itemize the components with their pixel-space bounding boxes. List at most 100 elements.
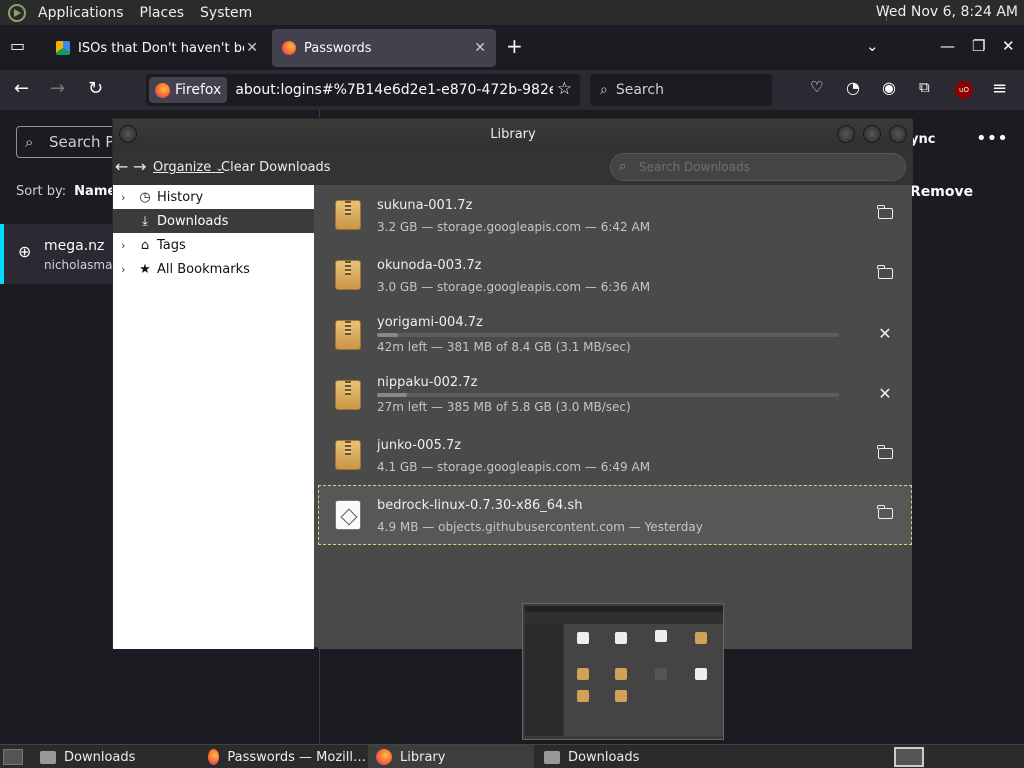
download-item[interactable]: nippaku-002.7z 27m left — 385 MB of 5.8 … — [318, 365, 912, 425]
expand-arrow-icon[interactable]: › — [121, 191, 133, 204]
download-progress-bar — [377, 393, 839, 397]
window-thumbnail-preview[interactable] — [522, 603, 724, 740]
open-folder-button[interactable] — [874, 443, 896, 465]
forward-icon[interactable]: → — [133, 157, 146, 176]
download-icon: ⤓ — [142, 213, 148, 229]
archive-file-icon — [335, 200, 361, 230]
search-icon: ⌕ — [600, 82, 608, 98]
panel-clock[interactable]: Wed Nov 6, 8:24 AM — [876, 4, 1018, 20]
cancel-download-button[interactable]: ✕ — [874, 323, 896, 345]
new-tab-button[interactable]: + — [506, 34, 523, 58]
top-panel: Applications Places System Wed Nov 6, 8:… — [0, 0, 1024, 25]
distro-logo-icon[interactable] — [8, 3, 26, 22]
download-meta: 3.2 GB — storage.googleapis.com — 6:42 A… — [377, 220, 651, 234]
tab-passwords[interactable]: Passwords ✕ — [272, 29, 496, 67]
cancel-download-button[interactable]: ✕ — [874, 383, 896, 405]
close-window-button[interactable] — [889, 125, 907, 143]
menu-system[interactable]: System — [196, 5, 256, 21]
open-folder-button[interactable] — [874, 263, 896, 285]
search-bar[interactable]: ⌕ Search — [590, 74, 772, 106]
organize-button[interactable]: Organize ⌄ — [153, 160, 224, 175]
download-item[interactable]: okunoda-003.7z 3.0 GB — storage.googleap… — [318, 245, 912, 305]
close-window-icon[interactable]: ✕ — [1002, 37, 1015, 55]
menu-places[interactable]: Places — [136, 5, 189, 21]
archive-file-icon — [335, 320, 361, 350]
download-item[interactable]: junko-005.7z 4.1 GB — storage.googleapis… — [318, 425, 912, 485]
sync-status-icon[interactable]: ◔ — [846, 78, 860, 97]
more-options-icon[interactable]: ••• — [976, 128, 1008, 149]
sort-label: Sort by: — [16, 184, 67, 199]
close-tab-icon[interactable]: ✕ — [474, 40, 486, 56]
login-user: nicholasmar — [44, 258, 118, 272]
expand-arrow-icon[interactable]: › — [121, 263, 133, 276]
folder-icon — [877, 505, 893, 519]
account-icon[interactable]: ◉ — [882, 78, 896, 97]
library-titlebar[interactable]: Library — [113, 119, 913, 151]
sidebar-item-label: Downloads — [157, 213, 229, 229]
sidebar-item-tags[interactable]: › ⌂ Tags — [113, 233, 314, 257]
remove-button[interactable]: Remove — [910, 184, 973, 200]
task-label: Library — [400, 749, 446, 765]
show-desktop-icon[interactable] — [3, 749, 23, 765]
download-item-selected[interactable]: bedrock-linux-0.7.30-x86_64.sh 4.9 MB — … — [318, 485, 912, 545]
extensions-icon[interactable]: ⧉ — [919, 78, 930, 96]
workspace-switcher[interactable] — [894, 747, 924, 767]
hamburger-menu-icon[interactable]: ≡ — [992, 78, 1007, 99]
download-progress-bar — [377, 333, 839, 337]
bookmark-star-icon[interactable]: ☆ — [557, 79, 572, 99]
task-passwords[interactable]: Passwords — Mozill… — [200, 745, 366, 768]
list-tabs-icon[interactable]: ⌄ — [866, 37, 879, 55]
sort-control[interactable]: Sort by: Name ( — [16, 184, 127, 199]
identity-box[interactable]: Firefox — [149, 77, 228, 103]
url-bar[interactable]: Firefox about:logins#%7B14e6d2e1-e870-47… — [146, 74, 580, 106]
maximize-window-button[interactable] — [863, 125, 881, 143]
download-meta: 42m left — 381 MB of 8.4 GB (3.1 MB/sec) — [377, 340, 631, 354]
search-icon: ⌕ — [619, 159, 627, 174]
reload-icon[interactable]: ↻ — [88, 78, 103, 99]
thumbnail-file-icon — [655, 630, 667, 642]
forward-icon[interactable]: → — [50, 78, 65, 99]
menu-applications[interactable]: Applications — [34, 5, 128, 21]
thumbnail-toolbar — [525, 612, 723, 624]
download-meta: 3.0 GB — storage.googleapis.com — 6:36 A… — [377, 280, 651, 294]
window-menu-button[interactable] — [119, 125, 137, 143]
folder-icon — [877, 205, 893, 219]
pocket-icon[interactable]: ♡ — [810, 78, 823, 96]
back-icon[interactable]: ← — [115, 157, 128, 176]
download-name: bedrock-linux-0.7.30-x86_64.sh — [377, 498, 583, 513]
sidebar-item-downloads[interactable]: ⤓ Downloads — [113, 209, 314, 233]
tab-overview-icon[interactable]: ▭ — [10, 36, 25, 55]
download-item[interactable]: yorigami-004.7z 42m left — 381 MB of 8.4… — [318, 305, 912, 365]
sidebar-item-label: History — [157, 189, 204, 205]
folder-icon — [40, 750, 56, 764]
minimize-window-button[interactable] — [837, 125, 855, 143]
sidebar-item-all-bookmarks[interactable]: › ★ All Bookmarks — [113, 257, 314, 281]
open-folder-button[interactable] — [874, 503, 896, 525]
script-file-icon — [335, 500, 361, 530]
url-text[interactable]: about:logins#%7B14e6d2e1-e870-472b-982e-… — [235, 82, 553, 98]
tab-isos[interactable]: ISOs that Don't haven't been ✕ — [46, 29, 268, 67]
search-placeholder: Search — [615, 82, 664, 98]
ublock-icon[interactable]: uO — [955, 81, 973, 99]
task-downloads-2[interactable]: Downloads — [536, 745, 706, 768]
restore-icon[interactable]: ❐ — [972, 37, 985, 55]
clear-downloads-button[interactable]: Clear Downloads — [221, 160, 331, 175]
open-folder-button[interactable] — [874, 203, 896, 225]
folder-icon — [544, 750, 560, 764]
folder-icon — [877, 445, 893, 459]
library-search-input[interactable]: ⌕ Search Downloads — [610, 153, 906, 181]
thumbnail-file-icon — [577, 690, 589, 702]
back-icon[interactable]: ← — [14, 78, 29, 99]
firefox-icon — [208, 749, 220, 765]
minimize-icon[interactable]: — — [940, 37, 955, 55]
download-item[interactable]: sukuna-001.7z 3.2 GB — storage.googleapi… — [318, 185, 912, 245]
identity-label: Firefox — [175, 82, 222, 98]
task-downloads-1[interactable]: Downloads — [32, 745, 196, 768]
task-library[interactable]: Library — [368, 745, 534, 768]
expand-arrow-icon[interactable]: › — [121, 239, 133, 252]
sync-button[interactable]: ync — [910, 132, 935, 147]
tag-icon: ⌂ — [140, 237, 150, 253]
close-tab-icon[interactable]: ✕ — [246, 40, 258, 56]
sidebar-item-history[interactable]: › ◷ History — [113, 185, 314, 209]
thumbnail-file-icon — [615, 632, 627, 644]
